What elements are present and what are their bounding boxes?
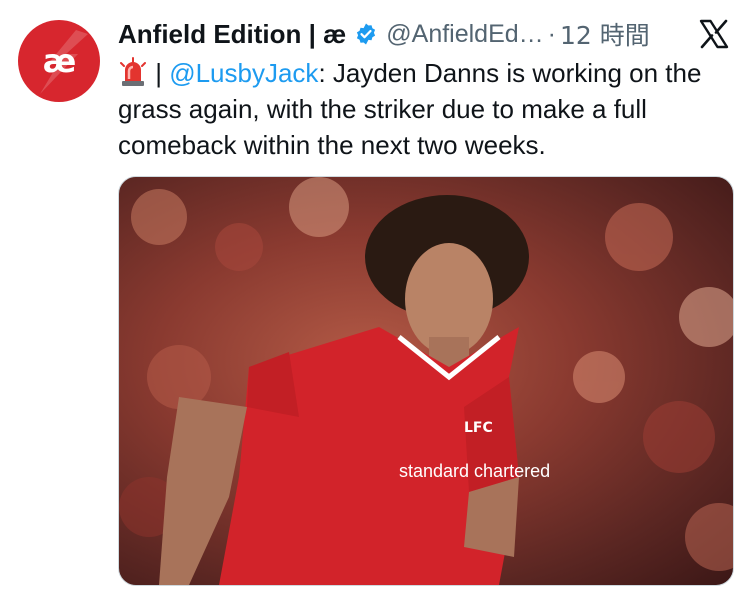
separator-dot: · [547, 19, 556, 48]
pipe-separator: | [148, 58, 170, 88]
tweet-photo[interactable]: LFC standard chartered [118, 176, 734, 586]
display-name[interactable]: Anfield Edition | æ [118, 19, 346, 50]
avatar[interactable]: æ [18, 20, 100, 102]
verified-badge-icon [357, 23, 376, 45]
tweet-text: | @LusbyJack: Jayden Danns is working on… [118, 55, 728, 163]
x-logo-icon[interactable] [698, 18, 730, 50]
shirt-sponsor: standard chartered [399, 461, 550, 481]
avatar-letters: æ [42, 42, 77, 80]
handle[interactable]: @AnfieldEd… [386, 20, 543, 49]
timestamp[interactable]: 12 時間 [560, 16, 650, 52]
mention-link[interactable]: @LusbyJack [169, 58, 318, 88]
shirt-badge: LFC [464, 420, 493, 436]
tweet-header: Anfield Edition | æ @AnfieldEd… · 12 時間 [118, 14, 722, 54]
photo-illustration: LFC standard chartered [119, 177, 733, 585]
siren-icon [118, 57, 148, 87]
